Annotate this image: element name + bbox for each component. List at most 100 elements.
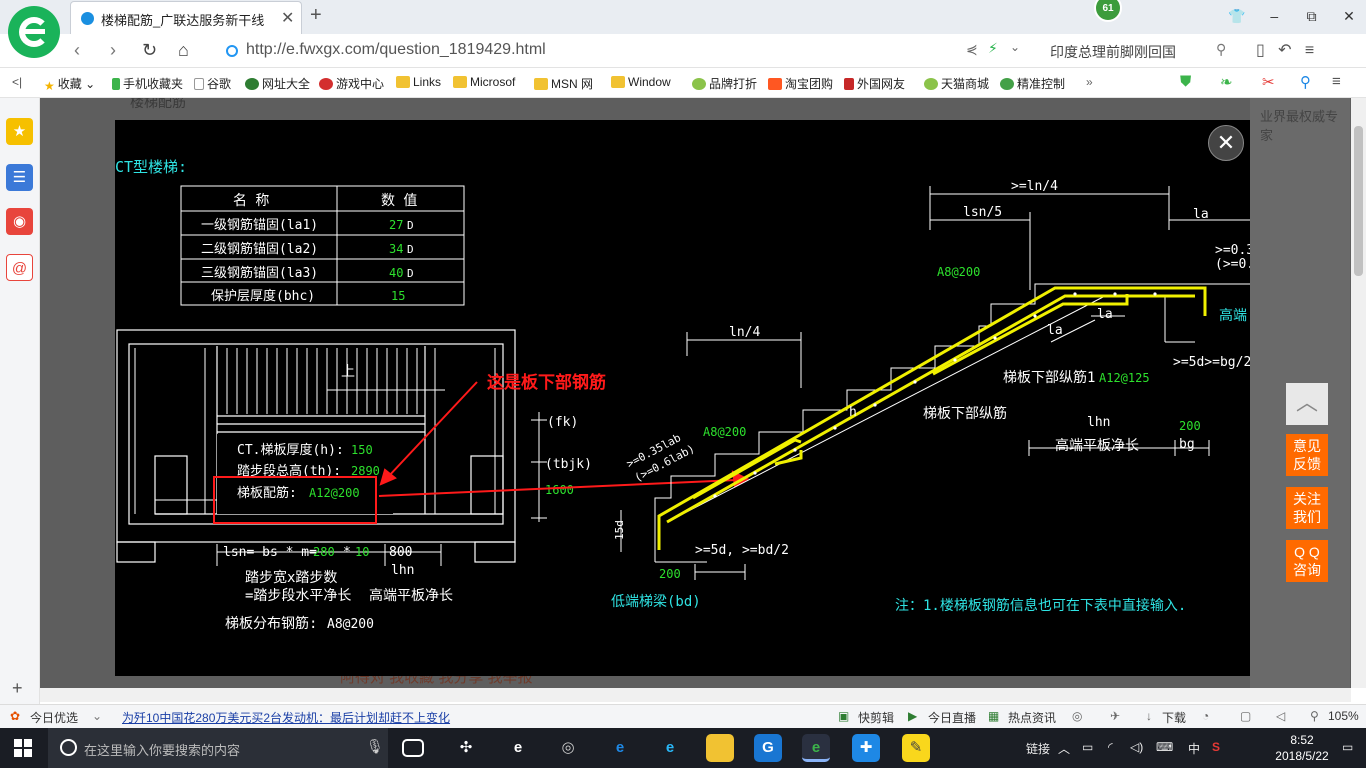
pinwheel-app-icon[interactable]: ✣ <box>452 734 480 762</box>
email-icon[interactable]: @ <box>6 254 33 281</box>
lightbox-close-button[interactable]: ✕ <box>1208 125 1244 161</box>
bookmark-favorites[interactable]: ★ 收藏 ⌄ <box>44 75 95 93</box>
audio-icon[interactable]: ◁ <box>1276 709 1285 723</box>
magnifier-icon[interactable]: ⚲ <box>1300 73 1311 91</box>
url-field[interactable]: http://e.fwxgx.com/question_1819429.html… <box>226 39 1126 63</box>
sidebar-toggle-icon[interactable]: <| <box>12 75 22 89</box>
low-beam-label: 低端梯梁(bd) <box>611 594 701 610</box>
scissors-icon[interactable]: ✂ <box>1262 73 1275 91</box>
bookmark-precision[interactable]: 精准控制 <box>1000 75 1065 92</box>
minimize-button[interactable]: – <box>1257 0 1291 32</box>
zoom-icon: ⚲ <box>1310 709 1319 723</box>
chevron-down-icon[interactable]: ⌄ <box>1010 40 1020 54</box>
restore-button[interactable]: ⧉ <box>1295 0 1329 32</box>
share-icon[interactable]: ⋞ <box>966 41 978 58</box>
pin-icon[interactable]: ✈ <box>1110 709 1120 723</box>
search-text[interactable]: 印度总理前脚刚回国 <box>1050 42 1176 62</box>
bookmark-brand-sale[interactable]: 品牌打折 <box>692 75 757 92</box>
scrollbar-thumb[interactable] <box>1354 126 1363 276</box>
taskbar-search[interactable]: 在这里输入你要搜索的内容 🎙 <box>48 728 388 768</box>
battery-icon[interactable]: ▭ <box>1082 740 1093 754</box>
back-to-top-button[interactable]: ︿ <box>1286 383 1328 425</box>
leaf-ext-icon[interactable]: ❧ <box>1220 73 1233 91</box>
feedback-button[interactable]: 意见 反馈 <box>1286 434 1328 476</box>
home-icon[interactable]: ⌂ <box>178 40 189 61</box>
ie-app-icon[interactable]: e <box>504 734 532 762</box>
tray-link-label[interactable]: 链接 <box>1026 740 1050 757</box>
new-tab-button[interactable]: + <box>310 4 322 27</box>
bookmark-windows[interactable]: Window <box>611 75 671 89</box>
horizontal-scrollbar[interactable] <box>40 688 1351 702</box>
favorites-star-icon[interactable]: ★ <box>6 118 33 145</box>
add-sidebar-item-icon[interactable]: + <box>12 678 23 699</box>
tray-expand-icon[interactable]: ︿ <box>1058 740 1070 757</box>
phone-icon[interactable]: ▯ <box>1256 42 1265 59</box>
qq-consult-button[interactable]: Q Q 咨询 <box>1286 540 1328 582</box>
browser-logo-icon[interactable] <box>8 6 60 58</box>
tab-close-icon[interactable]: ✕ <box>281 8 294 28</box>
file-explorer-icon[interactable] <box>706 734 734 762</box>
speed-mode-icon[interactable]: ⚡ <box>988 40 998 57</box>
clock-time: 8:52 <box>1290 733 1314 747</box>
windows-start-icon[interactable] <box>14 739 32 757</box>
shirt-icon[interactable]: 👕 <box>1220 0 1254 32</box>
dropdown-icon[interactable]: ⌄ <box>92 709 102 723</box>
close-window-button[interactable]: ✕ <box>1332 0 1366 32</box>
speed-icon[interactable]: ◎ <box>1072 709 1082 723</box>
live-link[interactable]: 今日直播 <box>928 709 976 726</box>
ime-indicator[interactable]: 中 <box>1188 740 1200 757</box>
bookmark-msn[interactable]: MSN 网 <box>534 75 593 92</box>
vertical-scrollbar[interactable] <box>1351 98 1366 688</box>
bookmark-foreign[interactable]: 外国网友 <box>844 75 905 92</box>
bookmark-links[interactable]: Links <box>396 75 441 89</box>
bookmark-mobile[interactable]: 手机收藏夹 <box>112 75 183 92</box>
wifi-icon[interactable]: ◜ <box>1108 740 1113 754</box>
swirl-app-icon[interactable]: ◎ <box>554 734 582 762</box>
follow-us-button[interactable]: 关注 我们 <box>1286 487 1328 529</box>
microphone-icon[interactable]: 🎙 <box>366 738 384 755</box>
download-link[interactable]: 下载 <box>1162 709 1186 726</box>
keyboard-icon[interactable]: ⌨ <box>1156 740 1173 754</box>
undo-icon[interactable]: ↶ <box>1278 42 1291 59</box>
quick-clip-link[interactable]: 快剪辑 <box>858 709 894 726</box>
taskbar-search-placeholder[interactable]: 在这里输入你要搜索的内容 <box>84 740 240 759</box>
gauge-icon[interactable]: ◔ <box>1202 709 1209 723</box>
notification-center-icon[interactable]: ▭ <box>1342 740 1353 754</box>
reading-list-icon[interactable]: ☰ <box>6 164 33 191</box>
news-link[interactable]: 为歼10中国花280万美元买2台发动机：最后计划却赶不上变化 <box>122 709 450 726</box>
bookmark-navigation[interactable]: 网址大全 <box>245 75 310 92</box>
browser-tab[interactable]: 楼梯配筋_广联达服务新干线 ✕ <box>70 1 302 34</box>
notes-app-icon[interactable]: ✎ <box>902 734 930 762</box>
window-icon[interactable]: ▢ <box>1240 709 1251 723</box>
zoom-level[interactable]: 105% <box>1328 709 1359 723</box>
bookmark-microsoft[interactable]: Microsof <box>453 75 515 89</box>
plus-app-icon[interactable]: ✚ <box>852 734 880 762</box>
bookmark-tmall[interactable]: 天猫商城 <box>924 75 989 92</box>
notification-badge[interactable]: 61 <box>1094 0 1122 22</box>
search-box[interactable]: 印度总理前脚刚回国 ⚲ <box>1040 39 1240 63</box>
edge-icon[interactable]: e <box>606 734 634 762</box>
task-view-icon[interactable] <box>402 739 424 757</box>
search-icon[interactable]: ⚲ <box>1216 41 1226 58</box>
sogou-icon[interactable]: S <box>1212 740 1220 754</box>
forward-icon[interactable]: › <box>110 40 116 61</box>
url-text[interactable]: http://e.fwxgx.com/question_1819429.html <box>246 41 546 59</box>
bookmark-taobao[interactable]: 淘宝团购 <box>768 75 833 92</box>
weibo-icon[interactable]: ◉ <box>6 208 33 235</box>
refresh-icon[interactable]: ↻ <box>142 40 157 61</box>
shield-icon[interactable]: ⛊ <box>1180 73 1191 90</box>
more-bookmarks-icon[interactable]: » <box>1086 75 1093 89</box>
hot-news-link[interactable]: 热点资讯 <box>1008 709 1056 726</box>
internet-explorer-icon[interactable]: e <box>656 734 684 762</box>
volume-icon[interactable]: ◁) <box>1130 740 1143 754</box>
back-icon[interactable]: ‹ <box>74 40 80 61</box>
daily-picks-label[interactable]: 今日优选 <box>30 709 78 726</box>
menu-icon[interactable]: ≡ <box>1305 42 1314 59</box>
left-sidebar: ★ ☰ ◉ @ + <box>0 98 40 704</box>
bookmark-games[interactable]: 游戏中心 <box>319 75 384 92</box>
bookmark-google[interactable]: 谷歌 <box>194 75 231 92</box>
g-app-icon[interactable]: G <box>754 734 782 762</box>
overflow-menu-icon[interactable]: ≡ <box>1332 73 1341 90</box>
browser-taskbar-icon[interactable]: e <box>802 734 830 762</box>
taskbar-clock[interactable]: 8:52 2018/5/22 <box>1272 732 1332 764</box>
